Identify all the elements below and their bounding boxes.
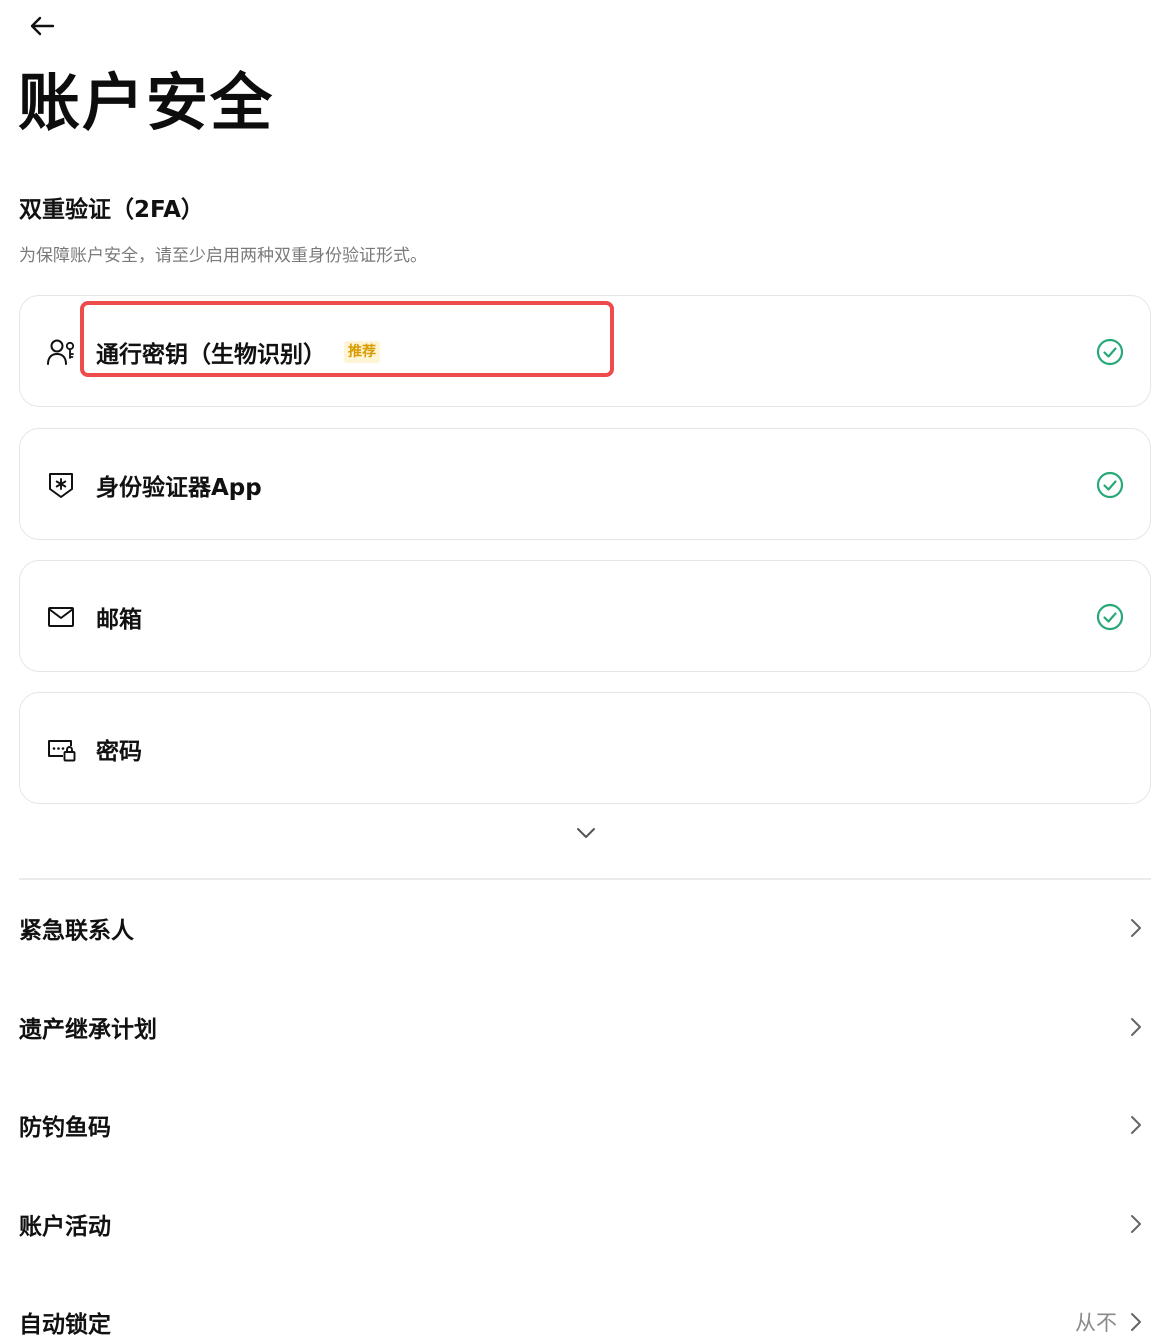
password-label: 密码	[96, 739, 142, 765]
auto-lock-value: 从不	[1075, 1311, 1117, 1335]
settings-row-emergency-contact[interactable]: 紧急联系人	[19, 898, 1151, 958]
expand-more-button[interactable]	[570, 818, 602, 848]
chevron-right-icon	[1131, 919, 1141, 937]
settings-row-label: 自动锁定	[19, 1312, 111, 1338]
twofa-method-passkey[interactable]: 通行密钥（生物识别） 推荐	[19, 295, 1151, 407]
chevron-down-icon	[577, 828, 595, 838]
twofa-section-title: 双重验证（2FA）	[19, 197, 204, 223]
settings-row-label: 紧急联系人	[19, 918, 134, 944]
settings-row-label: 遗产继承计划	[19, 1017, 157, 1043]
arrow-left-icon	[30, 16, 55, 36]
settings-row-account-activity[interactable]: 账户活动	[19, 1194, 1151, 1254]
recommended-badge: 推荐	[344, 341, 380, 363]
chevron-right-icon	[1131, 1018, 1141, 1036]
chevron-right-icon	[1131, 1313, 1141, 1331]
back-button[interactable]	[22, 8, 62, 44]
password-lock-icon	[46, 735, 76, 763]
settings-row-label: 账户活动	[19, 1214, 111, 1240]
settings-row-inheritance-plan[interactable]: 遗产继承计划	[19, 997, 1151, 1057]
chevron-right-icon	[1131, 1215, 1141, 1233]
check-circle-icon	[1096, 338, 1124, 366]
page-title: 账户安全	[18, 66, 275, 139]
section-divider	[19, 878, 1151, 880]
twofa-method-label: 通行密钥（生物识别） 推荐	[96, 296, 380, 408]
settings-row-label: 防钓鱼码	[19, 1115, 111, 1141]
email-label: 邮箱	[96, 607, 142, 633]
authenticator-shield-icon	[46, 471, 76, 499]
check-circle-icon	[1096, 471, 1124, 499]
twofa-section-description: 为保障账户安全，请至少启用两种双重身份验证形式。	[19, 246, 427, 266]
settings-row-anti-phishing-code[interactable]: 防钓鱼码	[19, 1095, 1151, 1155]
check-circle-icon	[1096, 603, 1124, 631]
passkey-label: 通行密钥（生物识别）	[96, 342, 326, 368]
authenticator-label: 身份验证器App	[96, 475, 262, 501]
envelope-icon	[46, 603, 76, 631]
settings-row-auto-lock[interactable]: 自动锁定 从不	[19, 1292, 1151, 1340]
twofa-method-password[interactable]: 密码	[19, 692, 1151, 804]
chevron-right-icon	[1131, 1116, 1141, 1134]
passkey-person-icon	[46, 338, 76, 366]
twofa-method-email[interactable]: 邮箱	[19, 560, 1151, 672]
twofa-method-authenticator[interactable]: 身份验证器App	[19, 428, 1151, 540]
